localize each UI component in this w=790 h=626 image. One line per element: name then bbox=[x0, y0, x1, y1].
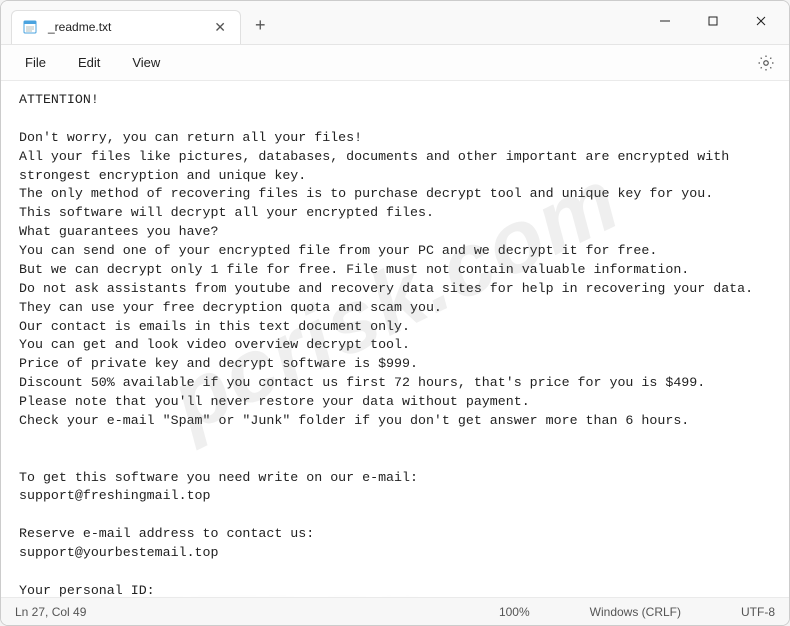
tab-title: _readme.txt bbox=[48, 20, 200, 34]
notepad-window: _readme.txt ✕ + File Edit View bbox=[0, 0, 790, 626]
add-tab-icon[interactable]: + bbox=[255, 15, 266, 36]
minimize-button[interactable] bbox=[643, 6, 687, 36]
status-zoom[interactable]: 100% bbox=[499, 605, 530, 619]
maximize-button[interactable] bbox=[691, 6, 735, 36]
menu-edit[interactable]: Edit bbox=[62, 51, 116, 74]
menu-file[interactable]: File bbox=[9, 51, 62, 74]
menu-view[interactable]: View bbox=[116, 51, 176, 74]
statusbar: Ln 27, Col 49 100% Windows (CRLF) UTF-8 bbox=[1, 597, 789, 625]
settings-button[interactable] bbox=[751, 48, 781, 78]
close-tab-icon[interactable]: ✕ bbox=[210, 19, 230, 36]
menubar: File Edit View bbox=[1, 45, 789, 81]
status-encoding: UTF-8 bbox=[741, 605, 775, 619]
window-controls bbox=[643, 6, 789, 36]
text-content[interactable]: ATTENTION! Don't worry, you can return a… bbox=[1, 81, 789, 597]
notepad-icon bbox=[22, 19, 38, 35]
status-cursor-position: Ln 27, Col 49 bbox=[15, 605, 499, 619]
tab[interactable]: _readme.txt ✕ bbox=[11, 10, 241, 44]
close-button[interactable] bbox=[739, 6, 783, 36]
status-line-ending: Windows (CRLF) bbox=[590, 605, 681, 619]
titlebar: _readme.txt ✕ + bbox=[1, 1, 789, 45]
